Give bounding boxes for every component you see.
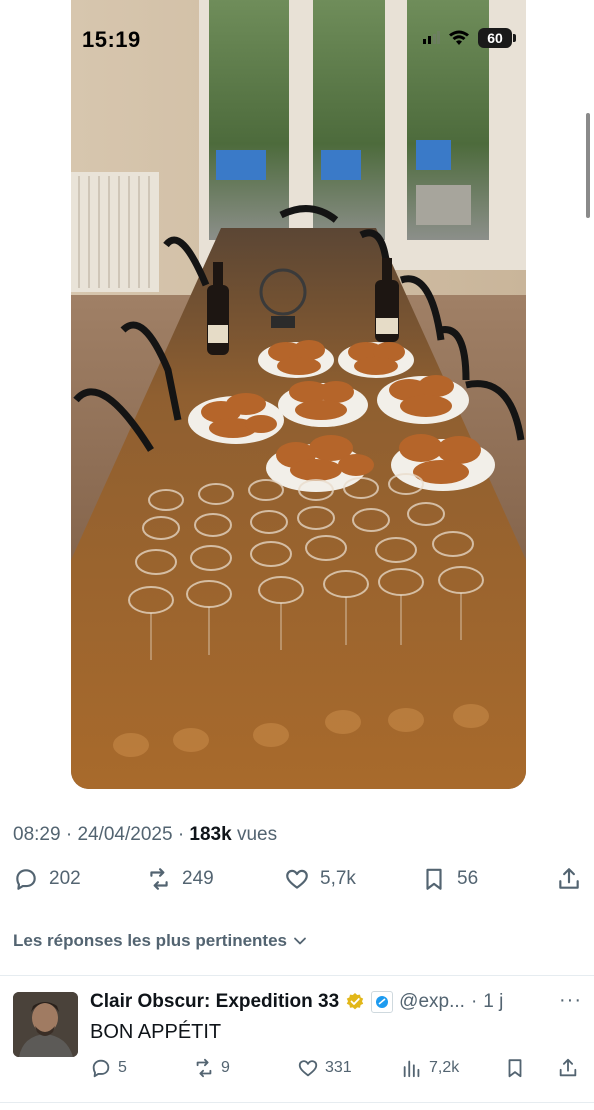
bookmark-count: 56 bbox=[457, 868, 479, 889]
tweet-time: 08:29 bbox=[13, 824, 61, 845]
share-icon bbox=[559, 1058, 577, 1077]
status-time: 15:19 bbox=[82, 27, 141, 52]
reply-repost-count: 9 bbox=[221, 1059, 230, 1076]
avatar[interactable] bbox=[13, 992, 78, 1057]
reply-text: BON APPÉTIT bbox=[90, 1021, 222, 1043]
reply-views-button[interactable]: 7,2k bbox=[401, 1057, 459, 1079]
views-icon bbox=[403, 1060, 420, 1078]
avatar-image bbox=[13, 992, 78, 1057]
reply-reply-button[interactable]: 5 bbox=[90, 1057, 127, 1079]
bookmark-icon bbox=[508, 1059, 522, 1078]
photo-illustration bbox=[71, 0, 526, 789]
reply-repost-button[interactable]: 9 bbox=[193, 1057, 230, 1079]
like-count: 5,7k bbox=[320, 868, 356, 889]
battery-icon: 60 bbox=[478, 28, 512, 48]
reply-action-bar: 5 9 331 7,2k bbox=[0, 1057, 594, 1087]
tweet-meta: 08:29 · 24/04/2025 · 183k vues bbox=[13, 824, 277, 846]
reply-bookmark-button[interactable] bbox=[504, 1057, 526, 1079]
reply-views-count: 7,2k bbox=[429, 1059, 460, 1076]
reply-tweet[interactable]: Clair Obscur: Expedition 33 @exp... · 1 … bbox=[0, 977, 594, 1102]
chevron-down-icon bbox=[294, 937, 306, 945]
repost-count: 249 bbox=[182, 868, 214, 889]
reply-button[interactable]: 202 bbox=[13, 866, 81, 892]
like-icon bbox=[298, 1060, 318, 1077]
reply-icon bbox=[92, 1059, 110, 1078]
views-count: 183k bbox=[189, 824, 232, 845]
verified-gold-icon bbox=[346, 993, 364, 1010]
scrollbar-thumb[interactable] bbox=[586, 113, 590, 218]
bookmark-button[interactable]: 56 bbox=[421, 866, 478, 892]
tweet-photo[interactable] bbox=[71, 0, 526, 789]
views-label: vues bbox=[236, 824, 278, 845]
divider-bottom bbox=[0, 1102, 594, 1103]
share-button[interactable] bbox=[556, 866, 582, 892]
like-icon bbox=[286, 869, 308, 889]
replies-sort-dropdown[interactable]: Les réponses les plus pertinentes bbox=[13, 931, 307, 951]
reply-count: 202 bbox=[49, 868, 81, 889]
reply-author-handle[interactable]: @exp... bbox=[399, 991, 465, 1013]
share-icon bbox=[559, 868, 579, 889]
tweet-date[interactable]: 24/04/2025 bbox=[77, 824, 172, 845]
status-icons: 60 bbox=[422, 28, 516, 48]
affiliate-badge-icon bbox=[371, 991, 394, 1013]
tweet-action-bar: 202 249 5,7k 56 bbox=[0, 866, 594, 902]
signal-icon bbox=[423, 31, 440, 44]
reply-share-button[interactable] bbox=[557, 1057, 579, 1079]
battery-tip bbox=[513, 34, 516, 42]
replies-sort-label: Les réponses les plus pertinentes bbox=[13, 931, 287, 950]
like-button[interactable]: 5,7k bbox=[284, 866, 356, 892]
status-bar: 15:19 60 bbox=[0, 0, 594, 80]
reply-like-count: 331 bbox=[325, 1059, 352, 1076]
meta-separator-2: · bbox=[177, 824, 185, 845]
reply-time[interactable]: 1 j bbox=[483, 991, 503, 1013]
divider bbox=[0, 975, 594, 976]
reply-dot: · bbox=[470, 991, 478, 1012]
repost-icon bbox=[196, 1058, 212, 1078]
meta-separator: · bbox=[65, 824, 73, 845]
repost-icon bbox=[150, 868, 168, 890]
reply-author-name[interactable]: Clair Obscur: Expedition 33 bbox=[90, 991, 339, 1013]
wifi-icon bbox=[449, 30, 469, 45]
reply-header: Clair Obscur: Expedition 33 @exp... · 1 … bbox=[90, 991, 503, 1013]
reply-like-button[interactable]: 331 bbox=[297, 1057, 352, 1079]
bookmark-icon bbox=[426, 868, 442, 890]
repost-button[interactable]: 249 bbox=[146, 866, 214, 892]
more-icon[interactable]: ··· bbox=[559, 989, 582, 1012]
reply-reply-count: 5 bbox=[118, 1059, 127, 1076]
reply-icon bbox=[16, 869, 36, 890]
